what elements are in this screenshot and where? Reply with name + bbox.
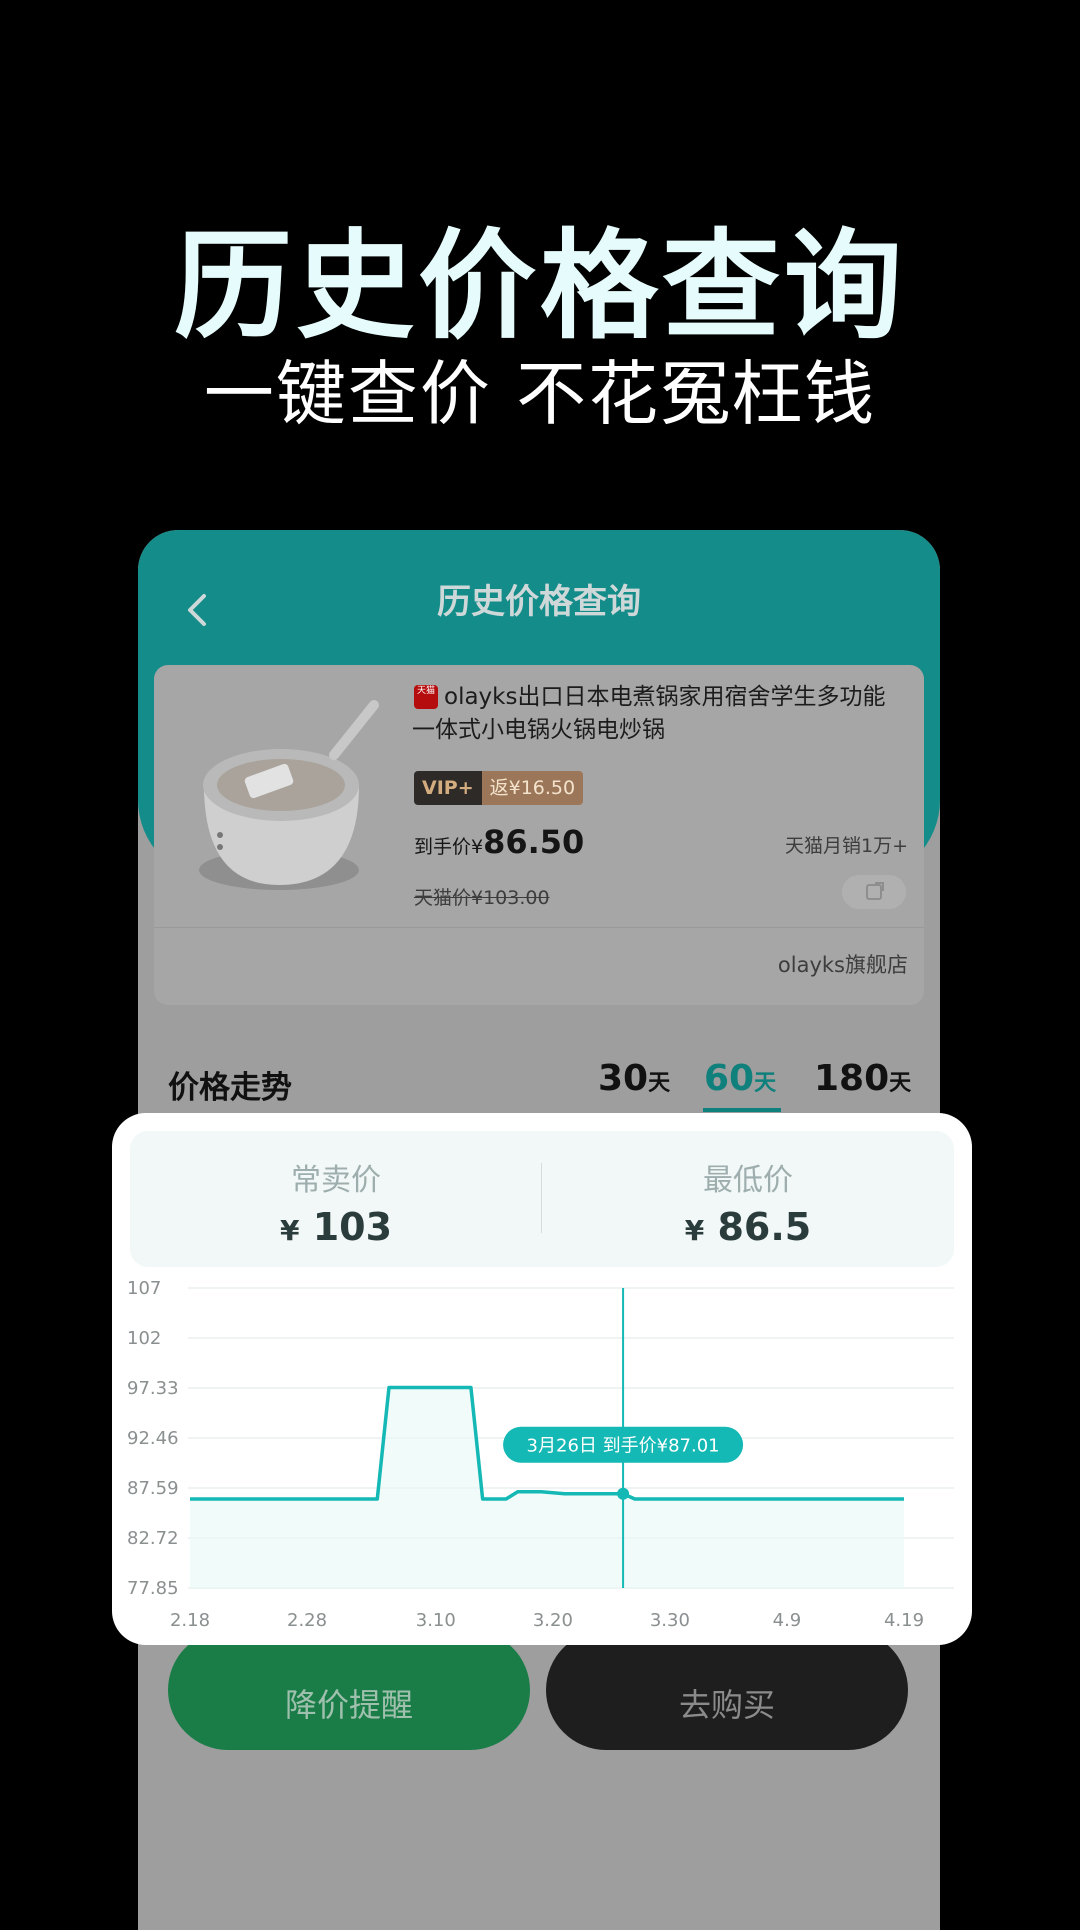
tooltip-text: 3月26日 到手价¥87.01 [527, 1436, 720, 1457]
y-tick-label: 77.85 [127, 1578, 179, 1599]
price-drop-reminder-button[interactable]: 降价提醒 [168, 1630, 530, 1750]
data-point-marker [617, 1487, 630, 1500]
shop-name[interactable]: olayks旗舰店 [778, 949, 908, 979]
tmall-price: 天猫价¥103.00 [414, 887, 550, 909]
share-icon[interactable] [842, 875, 906, 909]
y-tick-label: 87.59 [127, 1478, 179, 1499]
y-tick-label: 107 [127, 1278, 161, 1299]
period-active-underline [703, 1108, 781, 1112]
buy-button[interactable]: 去购买 [546, 1630, 908, 1750]
y-tick-label: 102 [127, 1328, 161, 1349]
y-tick-label: 97.33 [127, 1378, 179, 1399]
card-divider [154, 927, 924, 928]
x-tick-label: 2.28 [287, 1610, 327, 1631]
period-180[interactable]: 180天 [814, 1058, 911, 1099]
vip-rebate-badge: VIP+ 返¥16.50 [414, 771, 584, 805]
hero-title: 历史价格查询 [173, 217, 906, 355]
final-price-value: 86.50 [483, 823, 585, 861]
rebate-label: 返¥16.50 [481, 771, 584, 805]
x-tick-label: 3.20 [533, 1610, 573, 1631]
x-tick-label: 4.19 [884, 1610, 924, 1631]
product-name: olayks出口日本电煮锅家用宿舍学生多功能一体式小电锅火锅电炒锅 [412, 684, 886, 743]
price-trend-chart[interactable]: 107 102 97.33 92.46 87.59 82.72 77.85 2.18 2.28 3… [112, 1113, 972, 1645]
x-tick-label: 4.9 [773, 1610, 802, 1631]
period-30[interactable]: 30天 [598, 1058, 670, 1099]
page-title: 历史价格查询 [437, 582, 641, 622]
x-tick-label: 3.10 [416, 1610, 456, 1631]
x-tick-label: 2.18 [170, 1610, 210, 1631]
period-60[interactable]: 60天 [704, 1058, 776, 1099]
y-tick-label: 82.72 [127, 1528, 179, 1549]
y-tick-label: 92.46 [127, 1428, 179, 1449]
final-price: 到手价¥86.50 [414, 823, 584, 861]
trend-label: 价格走势 [168, 1070, 292, 1106]
final-price-label: 到手价¥ [414, 836, 484, 858]
x-tick-label: 3.30 [650, 1610, 690, 1631]
product-image [199, 700, 379, 890]
price-chart-popup: 常卖价 ¥ 103 最低价 ¥ 86.5 107 102 97.33 92.46 87.… [112, 1113, 972, 1645]
product-card[interactable]: 天猫 olayks出口日本电煮锅家用宿舍学生多功能一体式小电锅火锅电炒锅 VIP… [154, 665, 924, 1005]
monthly-sales: 天猫月销1万+ [784, 835, 908, 857]
hero-subtitle: 一键查价 不花冤枉钱 [203, 353, 877, 435]
vip-label: VIP+ [414, 771, 482, 805]
